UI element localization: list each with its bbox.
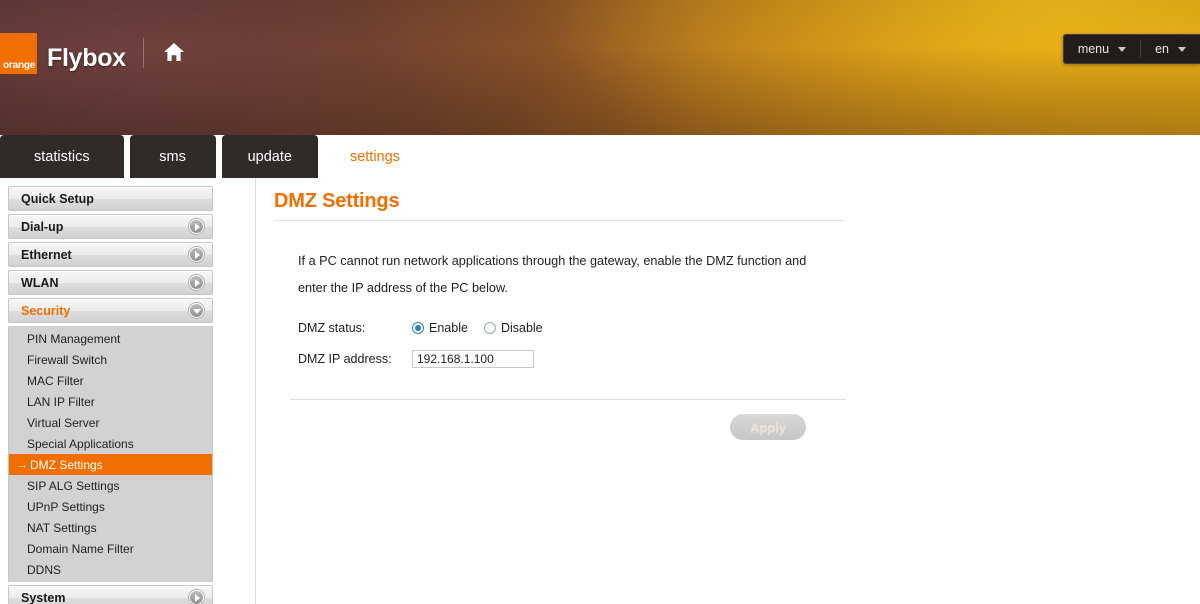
language-dropdown-label: en bbox=[1155, 42, 1169, 56]
page-header: orange Flybox menu en bbox=[0, 0, 1200, 135]
chevron-right-icon bbox=[189, 275, 204, 290]
sidebar-subitem-sip-alg-settings[interactable]: → SIP ALG Settings bbox=[9, 475, 212, 496]
sidebar-subitem-label: PIN Management bbox=[27, 331, 121, 346]
sidebar-item-label: Security bbox=[21, 303, 71, 318]
sidebar-subitem-domain-name-filter[interactable]: → Domain Name Filter bbox=[9, 538, 212, 559]
sidebar-item-label: Dial-up bbox=[21, 219, 64, 234]
content-area: Quick Setup Dial-up Ethernet WLAN Securi… bbox=[0, 178, 1200, 604]
page-description: If a PC cannot run network applications … bbox=[298, 254, 807, 295]
sidebar-nav: Quick Setup Dial-up Ethernet WLAN Securi… bbox=[8, 186, 213, 604]
sidebar-subitem-label: UPnP Settings bbox=[27, 499, 105, 514]
sidebar-item-wlan[interactable]: WLAN bbox=[8, 270, 213, 295]
tab-statistics-label: statistics bbox=[34, 148, 90, 165]
dmz-status-enable-option[interactable]: Enable bbox=[412, 321, 468, 335]
dmz-ip-input[interactable] bbox=[412, 350, 534, 368]
dmz-form: DMZ status: Enable Disable DMZ IP addres… bbox=[298, 316, 874, 371]
menu-dropdown-label: menu bbox=[1077, 42, 1110, 56]
header-controls: menu en bbox=[1062, 34, 1200, 64]
page-title: DMZ Settings bbox=[274, 190, 400, 212]
dmz-status-disable-label: Disable bbox=[500, 321, 543, 335]
sidebar-subitem-label: DMZ Settings bbox=[30, 457, 103, 472]
sidebar-subitem-label: Special Applications bbox=[27, 436, 134, 451]
tab-statistics[interactable]: statistics bbox=[0, 135, 124, 178]
home-icon[interactable] bbox=[163, 41, 185, 63]
dmz-status-label: DMZ status: bbox=[298, 321, 366, 335]
orange-logo-text: orange bbox=[3, 60, 36, 71]
sidebar-item-label: WLAN bbox=[21, 275, 59, 290]
sidebar-item-system[interactable]: System bbox=[8, 585, 213, 604]
chevron-down-icon bbox=[1118, 46, 1127, 52]
sidebar-subitem-ddns[interactable]: → DDNS bbox=[9, 559, 212, 580]
sidebar-content-divider bbox=[255, 178, 256, 604]
sidebar-item-ethernet[interactable]: Ethernet bbox=[8, 242, 213, 267]
chevron-right-icon bbox=[189, 219, 204, 234]
dmz-status-disable-option[interactable]: Disable bbox=[483, 321, 543, 335]
chevron-down-icon bbox=[1178, 46, 1186, 52]
sidebar-subitem-dmz-settings[interactable]: → DMZ Settings bbox=[9, 454, 212, 475]
sidebar-item-label: Ethernet bbox=[21, 247, 72, 262]
brand-title: Flybox bbox=[47, 44, 126, 72]
title-separator bbox=[274, 220, 845, 221]
tab-sms[interactable]: sms bbox=[129, 135, 216, 178]
tab-update-label: update bbox=[247, 148, 292, 165]
tab-settings[interactable]: settings bbox=[323, 135, 426, 178]
dmz-status-row: DMZ status: Enable Disable bbox=[298, 316, 874, 340]
sidebar-subitem-pin-management[interactable]: → PIN Management bbox=[9, 328, 212, 349]
form-footer-separator bbox=[290, 399, 846, 400]
header-gradient-overlay bbox=[0, 0, 1200, 135]
chevron-right-icon bbox=[189, 247, 204, 262]
page-root: orange Flybox menu en statistics sms upd… bbox=[0, 0, 1200, 604]
sidebar-subitem-label: LAN IP Filter bbox=[27, 394, 95, 409]
sidebar-subitem-virtual-server[interactable]: → Virtual Server bbox=[9, 412, 212, 433]
sidebar-subitem-label: Virtual Server bbox=[27, 415, 100, 430]
sidebar-subitem-lan-ip-filter[interactable]: → LAN IP Filter bbox=[9, 391, 212, 412]
orange-logo[interactable]: orange bbox=[0, 33, 37, 74]
sidebar-item-dial-up[interactable]: Dial-up bbox=[8, 214, 213, 239]
main-tabs: statistics sms update settings bbox=[0, 135, 432, 178]
main-panel: DMZ Settings If a PC cannot run network … bbox=[274, 190, 874, 440]
sidebar-subitem-firewall-switch[interactable]: → Firewall Switch bbox=[9, 349, 212, 370]
sidebar-item-security[interactable]: Security bbox=[8, 298, 213, 323]
sidebar-item-label: System bbox=[21, 590, 66, 604]
tab-settings-label: settings bbox=[349, 148, 400, 165]
form-actions: Apply bbox=[290, 414, 846, 440]
sidebar-subitem-label: SIP ALG Settings bbox=[27, 478, 120, 493]
sidebar-subitem-label: Firewall Switch bbox=[27, 352, 108, 367]
sidebar-subitem-label: NAT Settings bbox=[27, 520, 97, 535]
sidebar-item-quick-setup[interactable]: Quick Setup bbox=[8, 186, 213, 211]
dmz-ip-row: DMZ IP address: bbox=[298, 347, 874, 371]
dmz-status-enable-label: Enable bbox=[429, 321, 468, 335]
dmz-ip-label: DMZ IP address: bbox=[298, 352, 392, 366]
chevron-right-icon bbox=[189, 590, 204, 604]
header-divider bbox=[143, 38, 144, 68]
menu-dropdown[interactable]: menu bbox=[1064, 35, 1140, 63]
sidebar-subitem-nat-settings[interactable]: → NAT Settings bbox=[9, 517, 212, 538]
sidebar-subitem-special-applications[interactable]: → Special Applications bbox=[9, 433, 212, 454]
dmz-status-radio-group: Enable Disable bbox=[412, 321, 543, 335]
sidebar-subitem-mac-filter[interactable]: → MAC Filter bbox=[9, 370, 212, 391]
tab-update[interactable]: update bbox=[221, 135, 318, 178]
apply-button[interactable]: Apply bbox=[730, 414, 806, 440]
sidebar-subitem-label: DDNS bbox=[27, 562, 62, 577]
radio-disable[interactable] bbox=[483, 322, 496, 334]
sidebar-subitem-label: MAC Filter bbox=[27, 373, 84, 388]
chevron-down-icon bbox=[189, 303, 204, 318]
sidebar-item-label: Quick Setup bbox=[21, 191, 94, 206]
tab-sms-label: sms bbox=[159, 148, 186, 165]
sidebar-submenu-security: → PIN Management → Firewall Switch → MAC… bbox=[8, 326, 213, 582]
sidebar-subitem-label: Domain Name Filter bbox=[27, 541, 134, 556]
sidebar-subitem-upnp-settings[interactable]: → UPnP Settings bbox=[9, 496, 212, 517]
language-dropdown[interactable]: en bbox=[1141, 35, 1200, 63]
selected-arrow-icon: → bbox=[17, 458, 28, 471]
radio-enable[interactable] bbox=[412, 322, 424, 334]
